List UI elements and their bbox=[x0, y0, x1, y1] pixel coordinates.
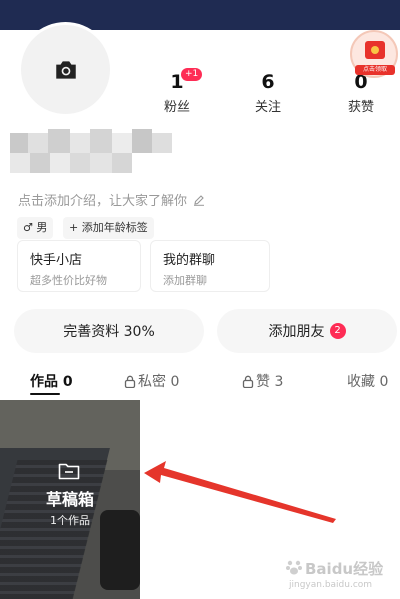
kuaishou-shop-card[interactable]: 快手小店 超多性价比好物 bbox=[17, 240, 141, 292]
tab-favorites[interactable]: 收藏 0 bbox=[347, 371, 388, 391]
tab-label: 私密 0 bbox=[138, 374, 180, 390]
stat-likes-label: 获赞 bbox=[347, 100, 374, 115]
group-chat-card[interactable]: 我的群聊 添加群聊 bbox=[150, 240, 270, 292]
lock-icon bbox=[242, 375, 254, 388]
add-friends-label: 添加朋友 bbox=[268, 324, 325, 340]
tab-label: 作品 0 bbox=[30, 374, 73, 390]
stat-following-label: 关注 bbox=[254, 100, 281, 115]
bio-placeholder[interactable]: 点击添加介绍，让大家了解你 bbox=[18, 190, 205, 209]
add-age-tag-button[interactable]: + 添加年龄标签 bbox=[63, 217, 154, 239]
baidu-jingyan-watermark: Baidu经验 jingyan.baidu.com bbox=[283, 556, 395, 596]
card-subtitle: 超多性价比好物 bbox=[30, 274, 107, 287]
drafts-title: 草稿箱 bbox=[45, 490, 94, 509]
tab-label: 收藏 0 bbox=[347, 374, 389, 390]
paw-logo-icon bbox=[286, 560, 302, 575]
avatar[interactable] bbox=[18, 22, 113, 117]
card-title: 快手小店 bbox=[30, 253, 83, 268]
lock-icon bbox=[124, 375, 136, 388]
stat-likes[interactable]: 0 获赞 bbox=[331, 70, 391, 115]
watermark-url: jingyan.baidu.com bbox=[289, 580, 373, 590]
tab-works[interactable]: 作品 0 bbox=[30, 371, 73, 391]
tab-likes[interactable]: 赞 3 bbox=[242, 371, 283, 391]
drafts-count: 1个作品 bbox=[50, 514, 90, 527]
card-title: 我的群聊 bbox=[163, 253, 216, 268]
card-subtitle: 添加群聊 bbox=[163, 274, 207, 287]
red-envelope-label: 点击领取 bbox=[355, 65, 395, 75]
annotation-arrow bbox=[144, 461, 336, 523]
bio-placeholder-text: 点击添加介绍，让大家了解你 bbox=[18, 194, 188, 209]
red-envelope-button[interactable]: 点击领取 bbox=[350, 30, 398, 78]
folder-icon bbox=[58, 463, 80, 480]
new-fans-badge: +1 bbox=[181, 68, 203, 81]
active-tab-indicator bbox=[30, 393, 60, 395]
gender-tag[interactable]: ♂ 男 bbox=[17, 217, 54, 239]
content-tabs: 作品 0 私密 0 赞 3 收藏 0 bbox=[0, 367, 400, 399]
username-pixelated bbox=[10, 129, 186, 177]
complete-profile-button[interactable]: 完善资料 30% bbox=[14, 309, 204, 353]
camera-icon bbox=[55, 60, 76, 79]
add-friends-button[interactable]: 添加朋友 2 bbox=[217, 309, 397, 353]
red-envelope-icon bbox=[365, 41, 385, 59]
profile-card: 1 粉丝 6 关注 0 获赞 +1 点击添加介绍，让大家了解你 ♂ 男 + 添加… bbox=[0, 22, 400, 410]
stat-following[interactable]: 6 关注 bbox=[238, 70, 298, 115]
tab-label: 赞 3 bbox=[256, 374, 284, 390]
friend-request-count-badge: 2 bbox=[329, 323, 346, 339]
complete-profile-label: 完善资料 30% bbox=[63, 324, 155, 340]
stat-fans-label: 粉丝 bbox=[163, 100, 190, 115]
watermark-text: Baidu经验 bbox=[305, 560, 384, 578]
drafts-box-tile[interactable]: 草稿箱 1个作品 bbox=[0, 400, 140, 599]
tab-private[interactable]: 私密 0 bbox=[124, 371, 179, 391]
edit-pencil-icon bbox=[194, 195, 205, 206]
stat-following-value: 6 bbox=[261, 71, 275, 93]
